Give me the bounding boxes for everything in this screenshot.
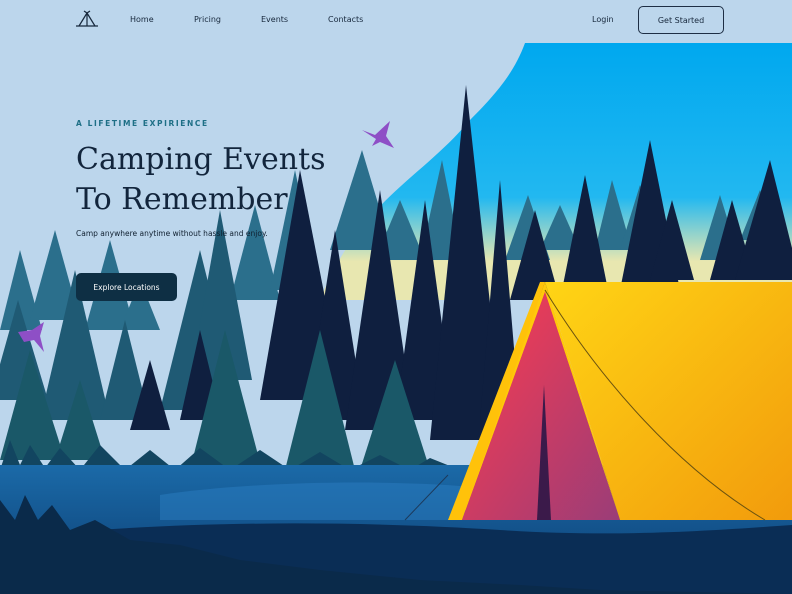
login-link[interactable]: Login: [592, 15, 614, 24]
headline-line-2: To Remember: [76, 182, 288, 217]
hero-subtext: Camp anywhere anytime without hassle and…: [76, 229, 268, 238]
hero-eyebrow: A LIFETIME EXPIRIENCE: [76, 119, 209, 128]
nav-link-events[interactable]: Events: [261, 15, 288, 24]
nav-link-home[interactable]: Home: [130, 15, 154, 24]
nav-link-pricing[interactable]: Pricing: [194, 15, 221, 24]
explore-locations-button[interactable]: Explore Locations: [76, 273, 177, 301]
tent-logo-icon[interactable]: [75, 10, 99, 28]
get-started-button[interactable]: Get Started: [638, 6, 724, 34]
headline-line-1: Camping Events: [76, 142, 326, 177]
nav-link-contacts[interactable]: Contacts: [328, 15, 363, 24]
hero-headline: Camping Events To Remember: [76, 140, 376, 220]
top-navigation: Home Pricing Events Contacts Login Get S…: [0, 0, 792, 42]
